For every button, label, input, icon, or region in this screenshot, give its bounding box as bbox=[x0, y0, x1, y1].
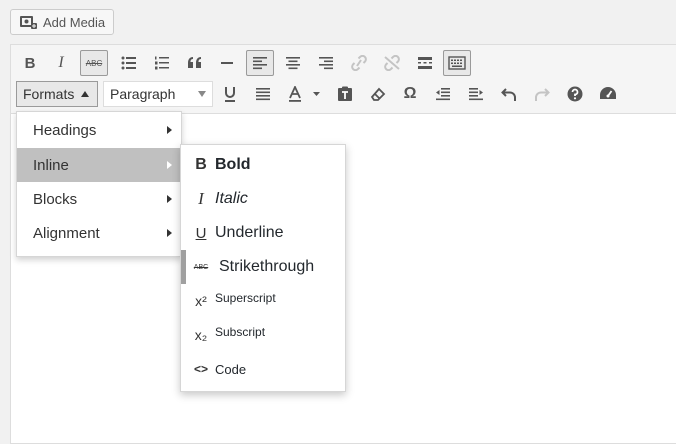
code-icon: <> bbox=[193, 362, 208, 376]
formats-dropdown[interactable]: Formats bbox=[16, 81, 98, 107]
underline-button[interactable] bbox=[216, 81, 244, 107]
align-right-button[interactable] bbox=[312, 50, 340, 76]
menu-item-label: Blocks bbox=[33, 190, 78, 208]
align-justify-icon bbox=[256, 88, 270, 101]
eraser-icon bbox=[370, 87, 386, 101]
remove-link-button[interactable] bbox=[378, 50, 406, 76]
submenu-item-label: Strikethrough bbox=[219, 258, 315, 275]
text-color-icon bbox=[289, 86, 320, 102]
submenu-item-bold[interactable]: B Bold bbox=[181, 148, 345, 182]
media-camera-icon bbox=[20, 16, 37, 29]
help-icon bbox=[567, 86, 583, 102]
redo-icon bbox=[535, 88, 550, 101]
submenu-item-label: Subscript bbox=[215, 325, 266, 339]
underline-icon bbox=[225, 87, 235, 102]
submenu-item-label: Code bbox=[215, 361, 247, 377]
hover-indicator bbox=[181, 250, 186, 284]
special-character-button[interactable]: Ω bbox=[396, 81, 424, 107]
menu-item-label: Inline bbox=[33, 156, 69, 174]
numbered-list-icon bbox=[155, 56, 169, 70]
submenu-item-italic[interactable]: I Italic bbox=[181, 182, 345, 216]
blockquote-button[interactable] bbox=[181, 50, 209, 76]
strikethrough-icon: ABC bbox=[193, 263, 209, 271]
submenu-item-code[interactable]: <> Code bbox=[181, 352, 345, 386]
paragraph-select[interactable]: Paragraph bbox=[103, 81, 213, 107]
bullet-list-icon bbox=[121, 56, 136, 70]
caret-up-icon bbox=[81, 91, 90, 97]
distraction-free-button[interactable] bbox=[594, 81, 622, 107]
align-left-icon bbox=[253, 57, 267, 70]
align-right-icon bbox=[319, 57, 333, 70]
submenu-item-label: Superscript bbox=[215, 291, 276, 305]
keyboard-icon bbox=[448, 56, 466, 70]
chevron-right-icon bbox=[167, 126, 172, 134]
unlink-icon bbox=[384, 55, 400, 71]
add-media-label: Add Media bbox=[43, 14, 106, 30]
menu-item-headings[interactable]: Headings bbox=[17, 113, 181, 147]
italic-icon: I bbox=[198, 189, 204, 208]
align-left-button[interactable] bbox=[246, 50, 274, 76]
undo-button[interactable] bbox=[495, 81, 523, 107]
increase-indent-button[interactable] bbox=[462, 81, 490, 107]
formats-menu: Headings Inline Blocks Alignment bbox=[16, 111, 182, 257]
dash-icon bbox=[221, 62, 233, 64]
align-center-icon bbox=[286, 57, 300, 70]
quote-icon bbox=[188, 57, 201, 68]
formats-label: Formats bbox=[23, 86, 75, 102]
chevron-right-icon bbox=[167, 161, 172, 169]
dashboard-gauge-icon bbox=[600, 87, 616, 99]
underline-icon: U bbox=[195, 224, 207, 242]
toolbar-toggle-button[interactable] bbox=[443, 50, 471, 76]
link-icon bbox=[351, 55, 367, 71]
submenu-item-underline[interactable]: U Underline bbox=[181, 216, 345, 250]
paste-as-text-button[interactable] bbox=[331, 81, 359, 107]
submenu-item-strikethrough[interactable]: ABC Strikethrough bbox=[181, 250, 345, 284]
paste-text-icon bbox=[338, 86, 352, 101]
subscript-icon: x₂ bbox=[194, 327, 208, 343]
submenu-item-label: Bold bbox=[215, 156, 251, 173]
numbered-list-button[interactable] bbox=[148, 50, 176, 76]
text-color-button[interactable] bbox=[284, 81, 326, 107]
submenu-item-label: Italic bbox=[215, 190, 248, 207]
bold-icon: B bbox=[24, 54, 36, 72]
menu-item-blocks[interactable]: Blocks bbox=[17, 182, 181, 216]
superscript-icon: x² bbox=[195, 293, 207, 309]
read-more-button[interactable] bbox=[411, 50, 439, 76]
bold-icon: B bbox=[195, 156, 207, 173]
menu-item-inline[interactable]: Inline bbox=[17, 148, 181, 182]
caret-down-icon bbox=[198, 91, 206, 97]
menu-item-alignment[interactable]: Alignment bbox=[17, 216, 181, 250]
add-media-button[interactable]: Add Media bbox=[10, 9, 114, 35]
strikethrough-icon: ABC bbox=[85, 58, 103, 68]
strikethrough-button[interactable]: ABC bbox=[80, 50, 108, 76]
redo-button[interactable] bbox=[528, 81, 556, 107]
submenu-item-subscript[interactable]: x₂ Subscript bbox=[181, 318, 345, 352]
horizontal-line-button[interactable] bbox=[213, 50, 241, 76]
menu-item-label: Alignment bbox=[33, 224, 100, 242]
indent-icon bbox=[469, 88, 483, 101]
inline-submenu: B Bold I Italic U Underline ABC Striketh… bbox=[180, 144, 346, 392]
justify-button[interactable] bbox=[249, 81, 277, 107]
chevron-right-icon bbox=[167, 229, 172, 237]
bold-button[interactable]: B bbox=[16, 50, 44, 76]
omega-icon: Ω bbox=[403, 85, 417, 102]
submenu-item-label: Underline bbox=[215, 224, 284, 241]
align-center-button[interactable] bbox=[279, 50, 307, 76]
outdent-icon bbox=[436, 88, 450, 101]
keyboard-shortcuts-button[interactable] bbox=[561, 81, 589, 107]
clear-formatting-button[interactable] bbox=[364, 81, 392, 107]
bulleted-list-button[interactable] bbox=[115, 50, 143, 76]
decrease-indent-button[interactable] bbox=[429, 81, 457, 107]
undo-icon bbox=[501, 88, 516, 101]
submenu-item-superscript[interactable]: x² Superscript bbox=[181, 284, 345, 318]
chevron-right-icon bbox=[167, 195, 172, 203]
italic-icon: I bbox=[58, 54, 64, 71]
more-tag-icon bbox=[418, 57, 432, 69]
paragraph-value: Paragraph bbox=[110, 86, 176, 102]
menu-item-label: Headings bbox=[33, 121, 97, 139]
insert-link-button[interactable] bbox=[345, 50, 373, 76]
italic-button[interactable]: I bbox=[47, 50, 75, 76]
